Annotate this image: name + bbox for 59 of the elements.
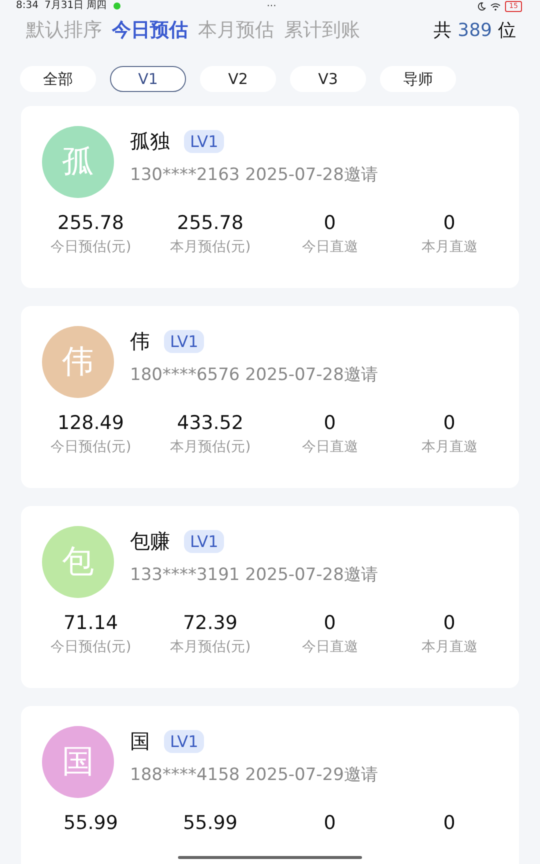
more-dots: ···: [266, 0, 276, 12]
stat-label: 本月预估(元): [170, 638, 251, 656]
member-name: 孤独: [130, 128, 170, 155]
level-tag: LV1: [184, 530, 224, 553]
level-filter-chip[interactable]: 全部: [20, 66, 96, 92]
stat-value: 0: [443, 612, 456, 634]
level-filter-chip[interactable]: 导师: [380, 66, 456, 92]
avatar: 国: [42, 726, 114, 798]
stat-value: 433.52: [177, 412, 244, 434]
stat-label: 本月预估(元): [170, 238, 251, 256]
wifi-icon: [490, 2, 502, 10]
stat-label: 今日预估(元): [50, 638, 132, 656]
stat-value: 0: [443, 412, 456, 434]
avatar: 包: [42, 526, 114, 598]
stat-value: 55.99: [183, 812, 238, 834]
sort-tab[interactable]: 今日预估: [112, 17, 188, 43]
member-name: 包赚: [130, 528, 170, 555]
stat-label: 本月直邀: [421, 638, 478, 656]
stat-value: 0: [324, 212, 336, 234]
avatar: 伟: [42, 326, 114, 398]
stat-label: 本月直邀: [421, 238, 478, 256]
stat-value: 0: [324, 412, 336, 434]
stat-label: 本月预估(元): [170, 438, 251, 456]
stat-value: 71.14: [64, 612, 118, 634]
stat-label: 今日预估(元): [50, 438, 132, 456]
level-tag: LV1: [184, 130, 224, 153]
stat-value: 128.49: [58, 412, 124, 434]
notification-icon: [112, 2, 121, 10]
level-tag: LV1: [164, 330, 204, 353]
total-count: 389: [458, 20, 492, 40]
total-prefix: 共: [434, 19, 452, 42]
level-tag: LV1: [164, 730, 204, 753]
level-filter-chip[interactable]: V3: [290, 66, 366, 92]
member-info: 133****3191 2025-07-28邀请: [130, 564, 378, 586]
stat-label: 今日直邀: [302, 638, 358, 656]
stat-value: 0: [443, 212, 456, 234]
member-name: 伟: [130, 328, 150, 355]
member-info: 188****4158 2025-07-29邀请: [130, 764, 378, 786]
stat-value: 55.99: [64, 812, 118, 834]
stat-value: 0: [443, 812, 456, 834]
stat-value: 0: [324, 812, 336, 834]
stat-value: 0: [324, 612, 336, 634]
stat-label: 本月直邀: [421, 438, 478, 456]
stat-value: 255.78: [58, 212, 124, 234]
stat-label: 今日直邀: [302, 438, 358, 456]
member-name: 国: [130, 728, 150, 755]
stat-label: 今日预估(元): [50, 238, 132, 256]
status-time: 8:34: [16, 0, 38, 12]
status-date: 7月31日 周四: [44, 0, 107, 12]
avatar: 孤: [42, 126, 114, 198]
level-filter-chip[interactable]: V1: [110, 66, 186, 92]
moon-icon: [477, 2, 486, 10]
stat-value: 255.78: [177, 212, 244, 234]
total-suffix: 位: [498, 19, 516, 42]
member-info: 130****2163 2025-07-28邀请: [130, 164, 378, 186]
stat-label: 今日直邀: [302, 238, 358, 256]
member-info: 180****6576 2025-07-28邀请: [130, 364, 378, 386]
stat-value: 72.39: [183, 612, 238, 634]
level-filter-chip[interactable]: V2: [200, 66, 276, 92]
